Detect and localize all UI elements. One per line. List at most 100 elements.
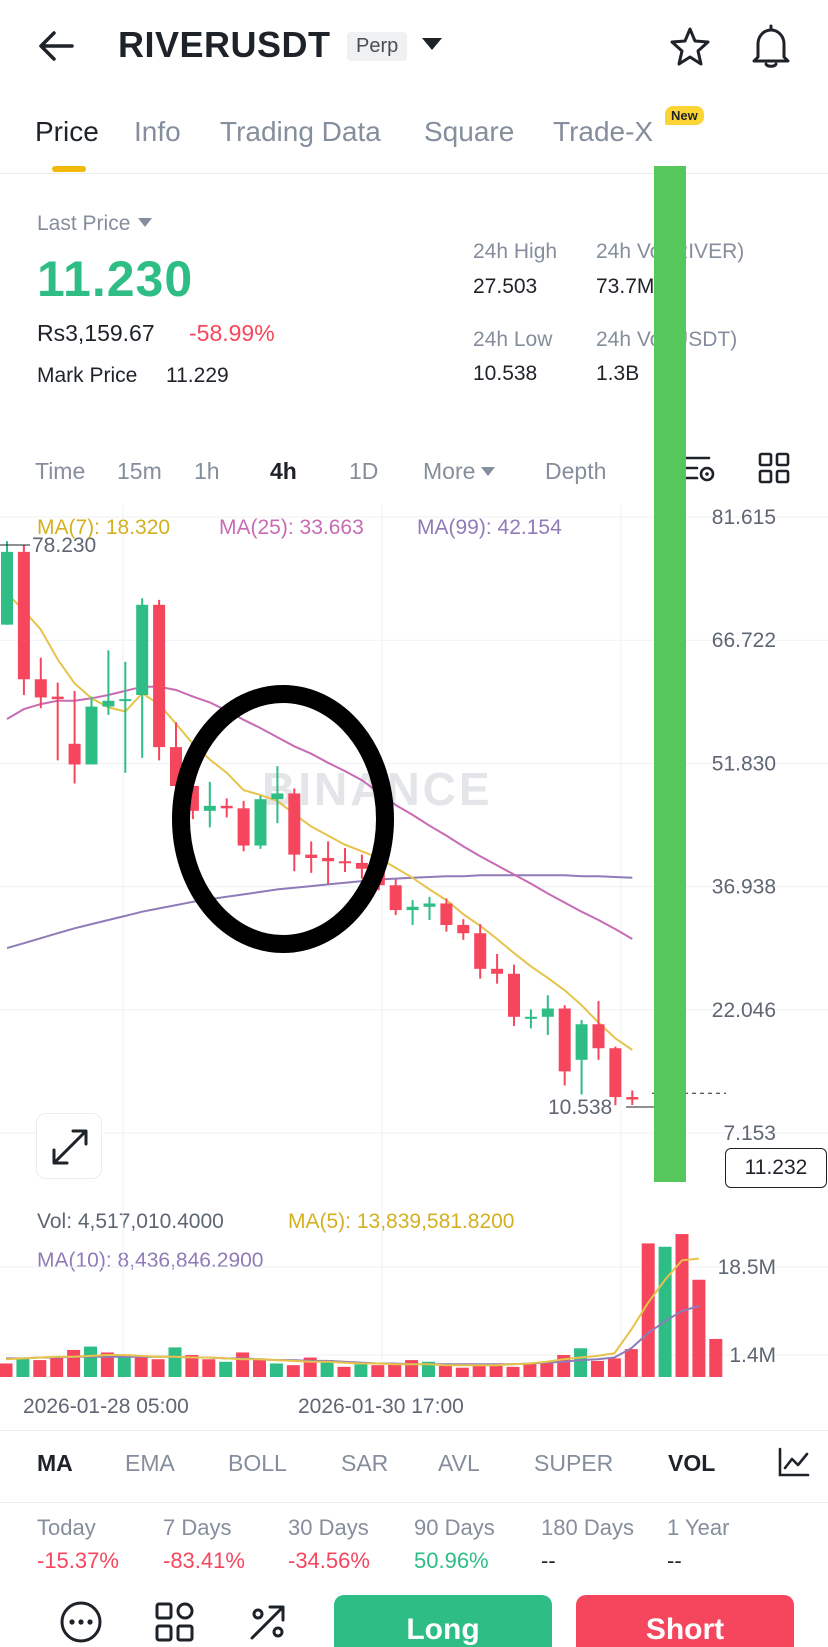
tabs-divider <box>0 173 828 174</box>
volume-bar <box>67 1349 81 1377</box>
indicator-boll[interactable]: BOLL <box>228 1450 287 1477</box>
perf-30d-label: 30 Days <box>288 1515 369 1540</box>
timeframe-more[interactable]: More <box>423 458 496 485</box>
ma7-legend: MA(7): 18.320 <box>37 516 171 539</box>
symbol-title[interactable]: RIVERUSDT <box>118 24 331 66</box>
divider <box>0 1430 828 1431</box>
volume-bar <box>16 1358 30 1377</box>
indicator-sar[interactable]: SAR <box>341 1450 388 1477</box>
candle <box>575 1024 588 1060</box>
volume-chart[interactable]: 18.5M 1.4M <box>0 1205 828 1385</box>
tab-price[interactable]: Price <box>35 116 99 148</box>
volume-bar <box>286 1365 300 1377</box>
timeframe-1h[interactable]: 1h <box>194 458 220 485</box>
candle <box>1 551 13 625</box>
candle <box>339 861 351 864</box>
indicator-ma[interactable]: MA <box>37 1450 73 1477</box>
volume-bar <box>134 1355 148 1377</box>
volume-bar <box>117 1357 131 1377</box>
volume-bar <box>472 1365 486 1377</box>
more-icon[interactable] <box>59 1600 103 1644</box>
timeframe-time[interactable]: Time <box>35 458 85 485</box>
candle <box>203 805 216 811</box>
volume-axis-label: 1.4M <box>729 1344 776 1367</box>
y-axis-label: 36.938 <box>712 876 776 899</box>
layout-grid-icon[interactable] <box>758 452 790 484</box>
y-axis-label: 66.722 <box>712 629 776 652</box>
divider <box>0 1502 828 1503</box>
tools-grid-icon[interactable] <box>153 1600 197 1644</box>
active-tab-indicator <box>52 166 86 172</box>
tab-trade-x[interactable]: Trade-X <box>553 116 653 148</box>
tab-trading-data[interactable]: Trading Data <box>220 116 381 148</box>
volume-bar <box>253 1358 266 1377</box>
timeframe-15m[interactable]: 15m <box>117 458 162 485</box>
change-percent: -58.99% <box>189 320 275 346</box>
fiat-price: Rs3,159.67 <box>37 320 155 346</box>
y-axis-label: 51.830 <box>712 752 776 775</box>
volume-bar <box>371 1365 385 1377</box>
perf-1y-value: -- <box>667 1548 682 1573</box>
short-button[interactable]: Short <box>576 1595 794 1647</box>
y-axis-label: 81.615 <box>712 506 776 529</box>
candle <box>558 1008 571 1072</box>
indicator-vol[interactable]: VOL <box>668 1450 715 1477</box>
candle <box>541 1008 554 1017</box>
timeframe-4h[interactable]: 4h <box>270 458 297 485</box>
perf-1y-label: 1 Year <box>667 1515 730 1540</box>
perf-180d-value: -- <box>541 1548 556 1573</box>
tab-info[interactable]: Info <box>134 116 181 148</box>
caret-down-icon[interactable] <box>422 38 442 50</box>
price-chart[interactable]: BINANCE81.61566.72251.83036.93822.0467.1… <box>0 505 828 1205</box>
depth-tab[interactable]: Depth <box>545 458 606 485</box>
candle <box>136 604 149 695</box>
new-badge: New <box>665 106 704 125</box>
current-price-tag: 11.232 <box>725 1148 827 1188</box>
volume-bar <box>388 1363 402 1377</box>
candle <box>609 1048 622 1098</box>
indicator-avl[interactable]: AVL <box>438 1450 480 1477</box>
ma7-line <box>6 592 633 1051</box>
long-button[interactable]: Long <box>334 1595 552 1647</box>
tab-square[interactable]: Square <box>424 116 514 148</box>
volume-bar <box>506 1366 520 1377</box>
volume-bar <box>202 1359 216 1377</box>
volume-bar <box>438 1366 452 1377</box>
volume-bar <box>658 1246 672 1377</box>
candle <box>305 854 318 858</box>
timeframe-1d[interactable]: 1D <box>349 458 378 485</box>
back-arrow-icon[interactable] <box>36 26 76 66</box>
caret-down-icon <box>138 218 153 227</box>
chart-settings-icon[interactable] <box>683 452 717 484</box>
trade-swap-icon[interactable] <box>246 1600 290 1644</box>
indicator-super[interactable]: SUPER <box>534 1450 613 1477</box>
contract-type-badge[interactable]: Perp <box>347 32 408 61</box>
volume-bar <box>607 1358 621 1377</box>
candle <box>254 799 267 846</box>
low-marker-label: 10.538 <box>548 1096 612 1119</box>
indicator-chart-icon[interactable] <box>777 1446 811 1478</box>
volume-bar <box>84 1346 97 1377</box>
volume-bar <box>354 1364 368 1377</box>
y-axis-label: 7.153 <box>723 1122 776 1145</box>
candle <box>423 903 436 907</box>
volume-bar <box>692 1279 706 1377</box>
y-axis-label: 22.046 <box>712 999 776 1022</box>
fullscreen-button[interactable] <box>36 1113 102 1179</box>
bell-icon[interactable] <box>750 24 792 68</box>
annotation-green-bar <box>654 166 686 1182</box>
last-price-selector[interactable]: Last Price <box>37 212 153 236</box>
star-icon[interactable] <box>670 26 710 66</box>
volume-bar <box>168 1347 182 1377</box>
indicator-ema[interactable]: EMA <box>125 1450 175 1477</box>
candle <box>102 700 115 707</box>
top-bar: RIVERUSDT Perp <box>0 0 828 92</box>
candle <box>237 808 250 846</box>
candle <box>474 933 487 969</box>
candle <box>220 805 233 809</box>
candle <box>288 793 301 855</box>
volume-bar <box>405 1360 419 1377</box>
volume-bar <box>540 1361 554 1377</box>
ma99-legend: MA(99): 42.154 <box>417 516 562 539</box>
candle <box>153 604 166 748</box>
